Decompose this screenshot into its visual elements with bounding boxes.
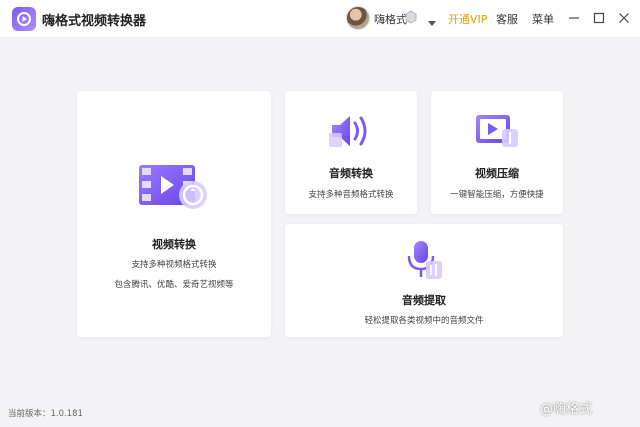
video-convert-icon: [137, 161, 211, 217]
video-compress-card[interactable]: 视频压缩 一键智能压缩，方便快捷: [431, 91, 563, 214]
audio-convert-icon: [326, 111, 376, 155]
maximize-icon: [593, 12, 605, 24]
user-badge-icon: [404, 9, 418, 24]
audio-extract-card[interactable]: 音频提取 轻松提取各类视频中的音频文件: [285, 224, 563, 337]
audio-convert-card[interactable]: 音频转换 支持多种音频格式转换: [285, 91, 417, 214]
video-compress-desc: 一键智能压缩，方便快捷: [450, 190, 544, 200]
video-convert-desc-platforms: 包含腾讯、优酷、爱奇艺视频等: [114, 280, 234, 290]
minimize-icon: [569, 17, 579, 19]
video-convert-card[interactable]: 视频转换 支持多种视频格式转换 包含腾讯、优酷、爱奇艺视频等: [77, 91, 271, 337]
audio-extract-title: 音频提取: [402, 294, 446, 307]
version-label: 当前版本：1.0.181: [8, 409, 83, 419]
close-icon: [619, 13, 629, 23]
username[interactable]: 嗨格式: [374, 11, 407, 27]
video-compress-icon: [472, 111, 522, 155]
avatar[interactable]: [346, 6, 370, 30]
customer-service-link[interactable]: 客服: [496, 11, 518, 27]
app-logo-icon: [12, 7, 36, 31]
close-button[interactable]: [616, 10, 632, 26]
title-bar: 嗨格式视频转换器 嗨格式 开通VIP 客服 菜单: [0, 0, 640, 38]
video-convert-desc: 支持多种视频格式转换: [131, 260, 217, 270]
video-compress-title: 视频压缩: [475, 167, 519, 180]
app-title: 嗨格式视频转换器: [42, 14, 147, 29]
vip-link[interactable]: 开通VIP: [448, 11, 487, 27]
minimize-button[interactable]: [566, 10, 582, 26]
chevron-down-icon[interactable]: [427, 13, 437, 26]
menu-link[interactable]: 菜单: [532, 11, 554, 27]
maximize-button[interactable]: [591, 10, 607, 26]
video-convert-title: 视频转换: [152, 238, 196, 251]
audio-extract-desc: 轻松提取各类视频中的音频文件: [364, 316, 484, 326]
audio-convert-title: 音频转换: [329, 167, 373, 180]
audio-convert-desc: 支持多种音频格式转换: [308, 190, 394, 200]
microphone-icon: [402, 239, 446, 285]
watermark: @嗨格式: [540, 402, 593, 417]
